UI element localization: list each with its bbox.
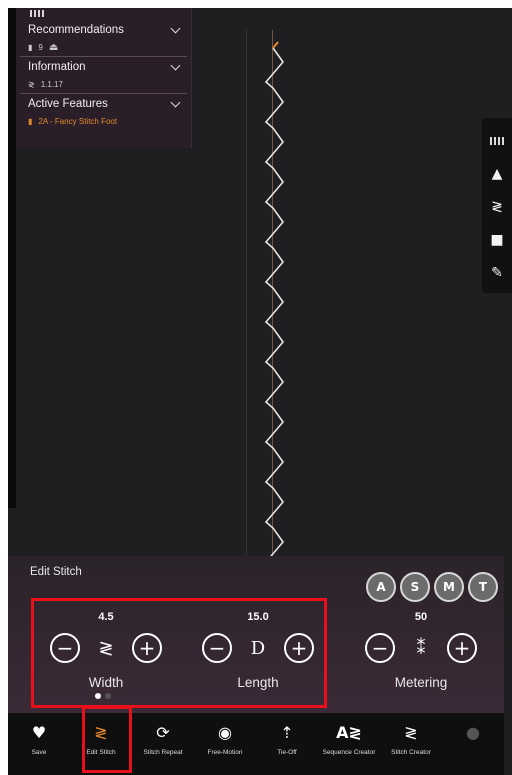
metering-label: Metering <box>394 675 448 690</box>
stitch-creator-icon: ≷ <box>404 722 418 742</box>
nav-stitch-creator[interactable]: ≷ Stitch Creator <box>380 713 442 775</box>
nav-free-motion[interactable]: ◉ Free-Motion <box>194 713 256 775</box>
mirror-option-icon[interactable]: M <box>434 572 464 602</box>
right-toolbar: ▲ ≷ ■ ✎ <box>482 118 512 293</box>
nav-save-label: Save <box>31 749 47 756</box>
presser-foot-icon[interactable]: ▲ <box>482 157 512 190</box>
stitch-options-row: A S M T <box>366 572 498 602</box>
stabilizer-icon: ⏏ <box>48 41 59 53</box>
metering-plus-button[interactable]: + <box>447 633 477 663</box>
nav-disabled-item: ● <box>442 713 504 775</box>
nav-sequence-creator[interactable]: A≷ Sequence Creator <box>318 713 380 775</box>
chevron-down-icon[interactable] <box>170 23 181 33</box>
chevron-down-icon[interactable] <box>170 60 181 70</box>
recommendations-section[interactable]: Recommendations ▮ 9 ⏏ <box>20 20 187 57</box>
sequence-icon: A≷ <box>336 722 362 742</box>
active-features-title: Active Features <box>28 98 108 110</box>
chevron-down-icon[interactable] <box>170 97 181 107</box>
tension-option-icon[interactable]: T <box>468 572 498 602</box>
recommendations-title: Recommendations <box>28 24 124 36</box>
heart-icon: ♥ <box>31 722 47 742</box>
stitch-start-marker <box>272 41 279 49</box>
information-title: Information <box>28 61 86 73</box>
nav-sequence-creator-label: Sequence Creator <box>322 749 376 756</box>
nav-stitch-creator-label: Stitch Creator <box>391 749 431 756</box>
nav-tie-off-label: Tie-Off <box>277 749 297 756</box>
edit-stitch-highlight-box <box>82 706 132 773</box>
metering-icon: ⁑ <box>416 637 426 659</box>
stitch-preview-path <box>264 47 285 569</box>
presser-foot-icon: ▮ <box>28 42 33 52</box>
controls-highlight-box <box>31 598 327 708</box>
edit-stitch-title: Edit Stitch <box>30 566 82 578</box>
recommendation-value: 9 <box>38 42 43 52</box>
metering-value: 50 <box>414 611 428 623</box>
nav-save[interactable]: ♥ Save <box>8 713 70 775</box>
info-panel: Recommendations ▮ 9 ⏏ Information ≷ 1.1.… <box>16 8 192 148</box>
nav-free-motion-label: Free-Motion <box>207 749 243 756</box>
nav-tie-off[interactable]: ⇡ Tie-Off <box>256 713 318 775</box>
folder-icon[interactable]: ■ <box>482 223 512 256</box>
free-motion-icon: ◉ <box>218 722 232 742</box>
information-section[interactable]: Information ≷ 1.1.17 <box>20 57 187 94</box>
nav-stitch-repeat-label: Stitch Repeat <box>143 749 183 756</box>
metering-control: 50 − ⁑ + Metering <box>351 611 491 701</box>
tie-off-icon: ⇡ <box>280 722 294 742</box>
stitch-option-icon[interactable]: S <box>400 572 430 602</box>
metering-minus-button[interactable]: − <box>365 633 395 663</box>
auto-option-icon[interactable]: A <box>366 572 396 602</box>
panel-grip-icon[interactable] <box>16 8 191 20</box>
disabled-icon: ● <box>466 722 480 742</box>
stitch-preview <box>264 41 285 569</box>
wrench-icon[interactable]: ✎ <box>482 256 512 289</box>
left-edge-strip <box>8 8 16 508</box>
information-value: 1.1.17 <box>40 79 63 89</box>
repeat-icon: ⟳ <box>156 722 170 742</box>
stitch-icon: ≷ <box>28 79 35 89</box>
grip-icon[interactable] <box>482 124 512 157</box>
active-features-section[interactable]: Active Features ▮ 2A - Fancy Stitch Foot <box>20 94 187 130</box>
active-feature-value: 2A - Fancy Stitch Foot <box>38 116 118 126</box>
stitch-icon[interactable]: ≷ <box>482 190 512 223</box>
nav-stitch-repeat[interactable]: ⟳ Stitch Repeat <box>132 713 194 775</box>
fancy-foot-icon: ▮ <box>28 116 33 126</box>
